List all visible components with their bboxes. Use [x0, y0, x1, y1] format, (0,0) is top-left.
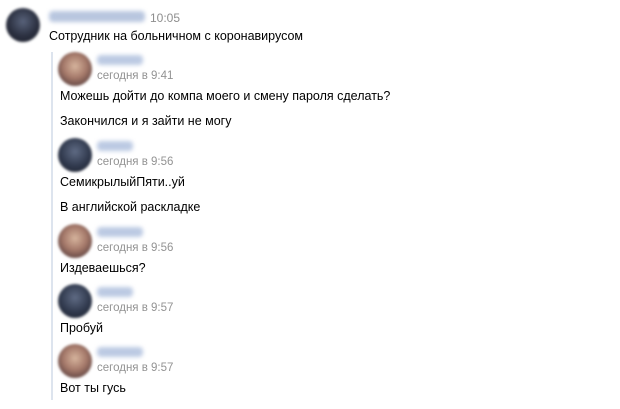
forwarded-message-text: Пробуй: [60, 321, 104, 335]
forwarded-message-text: Закончился и я зайти не могу: [60, 114, 232, 128]
forwarded-message-text: Вот ты гусь: [60, 381, 126, 395]
forwarded-timestamp: сегодня в 9:57: [97, 362, 174, 374]
forwarded-message-text: Издеваешься?: [60, 261, 146, 275]
forwarded-timestamp: сегодня в 9:56: [97, 242, 174, 254]
message-text: Сотрудник на больничном с коронавирусом: [49, 29, 304, 43]
forwarded-avatar[interactable]: [58, 52, 92, 86]
forwarded-sender-name-blurred[interactable]: [97, 227, 143, 237]
forwarded-timestamp: сегодня в 9:57: [97, 302, 174, 314]
forwarded-thread-rule: [51, 52, 53, 400]
forwarded-timestamp: сегодня в 9:41: [97, 70, 174, 82]
forwarded-sender-name-blurred[interactable]: [97, 347, 143, 357]
forwarded-message-text: СемикрылыйПяти..уй: [60, 175, 185, 189]
forwarded-sender-name-blurred[interactable]: [97, 287, 133, 297]
sender-avatar[interactable]: [6, 8, 40, 42]
forwarded-sender-name-blurred[interactable]: [97, 141, 133, 151]
forwarded-message-text: Можешь дойти до компа моего и смену паро…: [60, 89, 391, 103]
forwarded-sender-name-blurred[interactable]: [97, 55, 143, 65]
forwarded-message-text: В английской раскладке: [60, 200, 201, 214]
message-timestamp: 10:05: [150, 11, 181, 25]
sender-name-blurred[interactable]: [49, 11, 145, 22]
forwarded-avatar[interactable]: [58, 284, 92, 318]
forwarded-avatar[interactable]: [58, 138, 92, 172]
forwarded-timestamp: сегодня в 9:56: [97, 156, 174, 168]
forwarded-avatar[interactable]: [58, 344, 92, 378]
forwarded-avatar[interactable]: [58, 224, 92, 258]
